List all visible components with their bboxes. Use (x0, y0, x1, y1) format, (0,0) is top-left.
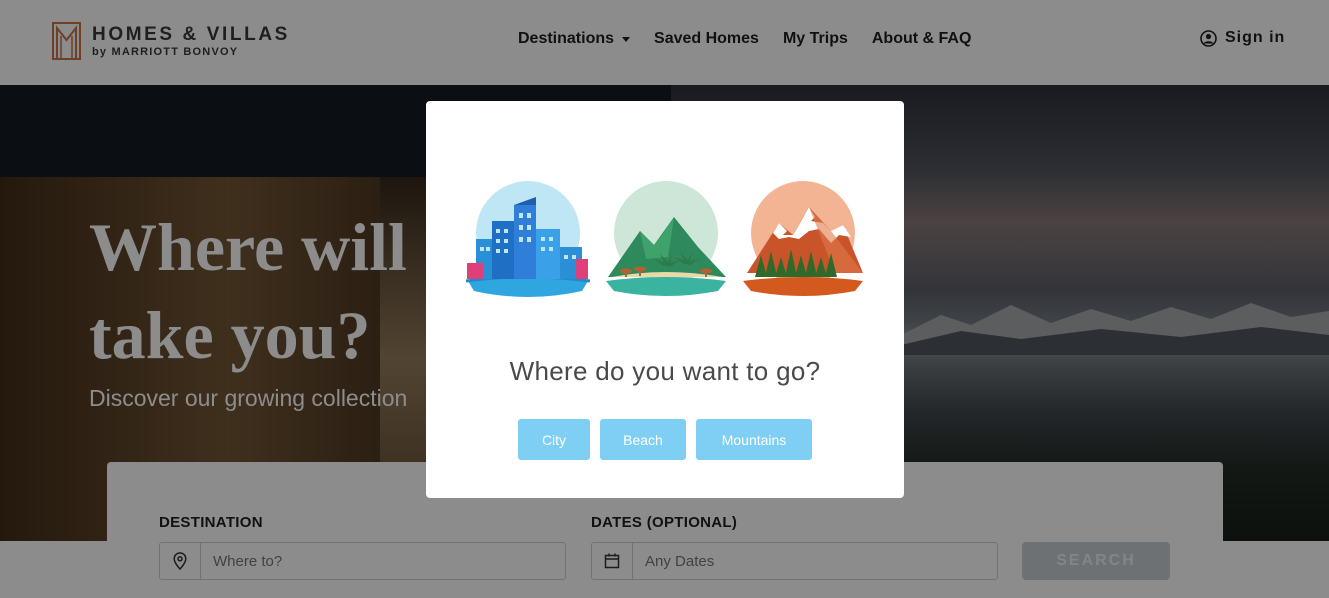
city-button[interactable]: City (518, 419, 590, 460)
beach-illustration-icon (606, 181, 726, 296)
city-illustration-icon (465, 181, 591, 297)
mountains-button[interactable]: Mountains (696, 419, 812, 460)
mountains-illustration-icon (743, 181, 863, 296)
destination-type-modal: Where do you want to go? City Beach Moun… (426, 101, 904, 498)
beach-button[interactable]: Beach (600, 419, 686, 460)
modal-title: Where do you want to go? (509, 356, 821, 386)
